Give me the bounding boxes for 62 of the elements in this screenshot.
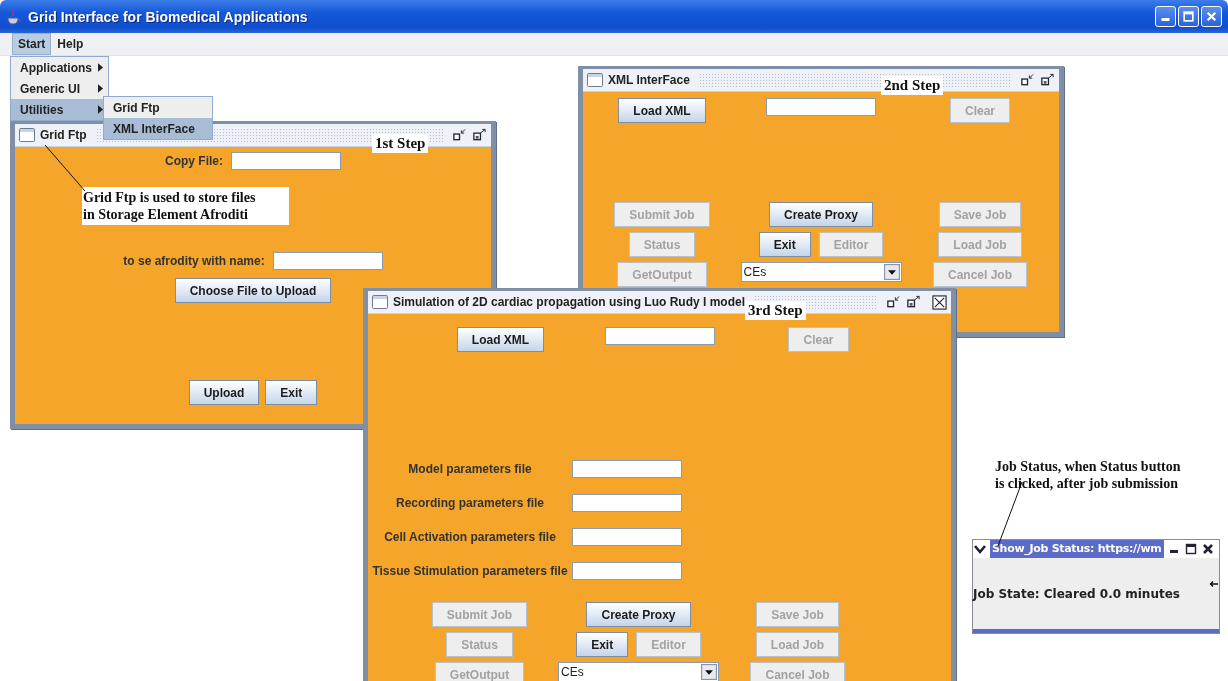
step-label: 3rd Step <box>745 301 806 320</box>
iconify-icon[interactable] <box>1020 73 1035 87</box>
exit-button[interactable]: Exit <box>265 380 318 405</box>
choose-file-button[interactable]: Choose File to Upload <box>174 278 332 303</box>
window-icon <box>587 73 603 87</box>
window-title: XML InterFace <box>608 73 690 87</box>
step-label: 2nd Step <box>881 76 944 95</box>
input-field[interactable] <box>604 327 715 345</box>
maximize-icon[interactable] <box>472 128 487 142</box>
create-proxy-button[interactable]: Create Proxy <box>768 202 873 227</box>
menu-item[interactable]: XML InterFace <box>104 118 212 139</box>
step-label: 1st Step <box>372 134 429 153</box>
load-xml-button[interactable]: Load XML <box>618 98 706 123</box>
ce-dropdown[interactable]: CEs <box>558 662 719 681</box>
maximize-icon[interactable] <box>906 295 921 309</box>
maximize-icon[interactable] <box>1183 542 1198 556</box>
input-field[interactable] <box>766 98 876 116</box>
parameter-label: Model parameters file <box>407 462 533 476</box>
close-icon[interactable] <box>1200 542 1215 556</box>
window-icon <box>372 295 388 309</box>
input-field[interactable] <box>572 528 682 546</box>
window-title: Grid Ftp <box>40 128 87 142</box>
menu-item[interactable]: Help <box>51 33 90 55</box>
create-proxy-button[interactable]: Create Proxy <box>586 602 691 627</box>
cup-icon <box>6 8 22 25</box>
copy-file-label: Copy File: <box>165 154 223 168</box>
menu-item[interactable]: Applications <box>11 57 108 78</box>
load-xml-button[interactable]: Load XML <box>456 327 545 352</box>
arrow-icon <box>1209 580 1219 588</box>
maximize-icon[interactable] <box>1040 73 1055 87</box>
window-title: Grid Interface for Biomedical Applications <box>28 8 308 25</box>
window-title: Simulation of 2D cardiac propagation using Luo Rudy I model <box>393 295 746 309</box>
window-title: Show_Job Status: https://wm <box>990 540 1164 558</box>
annotation-text: Grid Ftp is used to store files in Storage Element Afroditi <box>82 187 289 225</box>
exit-button[interactable]: Exit <box>576 632 629 657</box>
leader-line <box>44 144 86 192</box>
iconify-icon[interactable] <box>886 295 901 309</box>
input-field[interactable] <box>231 152 341 170</box>
status-message: Job State: Cleared 0.0 minutes <box>973 586 1180 601</box>
ce-dropdown[interactable]: CEs <box>740 262 902 282</box>
name-label: to se afrodity with name: <box>123 254 265 268</box>
parameter-label: Cell Activation parameters file <box>383 530 557 544</box>
upload-button[interactable]: Upload <box>188 380 260 405</box>
minimize-icon <box>1161 18 1170 21</box>
input-field[interactable] <box>572 562 682 580</box>
input-field[interactable] <box>572 494 682 512</box>
menu-item[interactable]: Generic UI <box>11 78 108 99</box>
iconify-icon[interactable] <box>452 128 467 142</box>
parameter-label: Tissue Stimulation parameters file <box>372 564 568 578</box>
annotation-text: Job Status, when Status button is clicked, after job submission <box>995 458 1181 492</box>
maximize-icon <box>1182 10 1195 23</box>
window-icon <box>19 128 35 142</box>
maximize-button[interactable] <box>1178 6 1199 27</box>
close-button[interactable] <box>1201 6 1222 27</box>
input-field[interactable] <box>272 252 383 270</box>
parameter-label: Recording parameters file <box>394 496 546 510</box>
close-icon[interactable] <box>932 294 947 310</box>
minimize-button[interactable] <box>1155 6 1176 27</box>
menu-item[interactable]: Start <box>12 33 52 55</box>
exit-button[interactable]: Exit <box>758 232 811 257</box>
input-field[interactable] <box>572 460 682 478</box>
close-icon <box>1205 10 1218 23</box>
